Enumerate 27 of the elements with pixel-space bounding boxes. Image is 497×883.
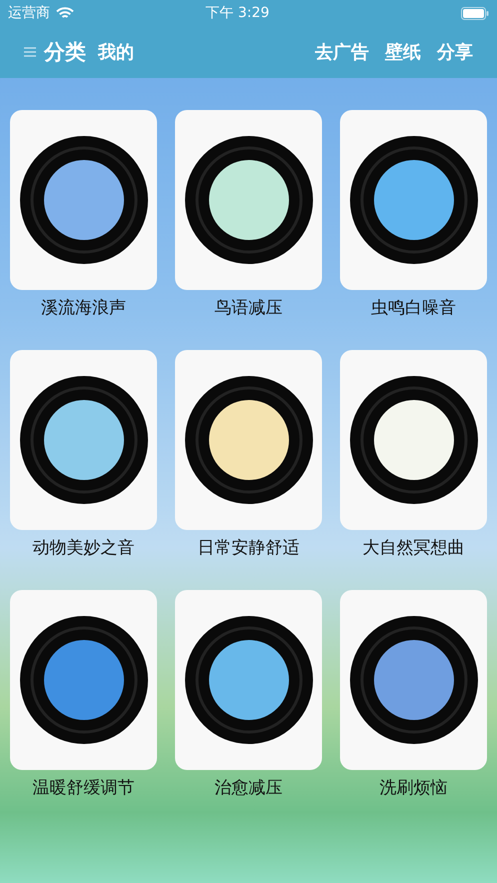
album-card[interactable] [340,590,487,770]
album-title: 动物美妙之音 [32,537,134,560]
battery-icon [461,6,489,20]
nav-tab[interactable]: 分类 [44,38,86,66]
album-card[interactable] [340,110,487,290]
album-card[interactable] [340,350,487,530]
nav-action-button[interactable]: 分享 [437,40,473,64]
album-card[interactable] [10,590,157,770]
nav-action-button[interactable]: 壁纸 [385,40,421,64]
album-card[interactable] [10,350,157,530]
album-title: 鸟语减压 [214,297,282,320]
status-time: 下午 3:29 [204,4,270,22]
album-card[interactable] [175,590,322,770]
album-title: 日常安静舒适 [198,537,300,560]
album-title: 虫鸣白噪音 [371,297,456,320]
nav-action-button[interactable]: 去广告 [315,40,369,64]
album-card[interactable] [175,110,322,290]
album-title: 洗刷烦恼 [380,777,448,800]
album-title: 治愈减压 [214,777,282,800]
album-title: 温暖舒缓调节 [32,777,134,800]
carrier-name: 运营商 [8,4,50,22]
nav-tab[interactable]: 我的 [98,40,134,64]
album-title: 溪流海浪声 [41,297,126,320]
album-card[interactable] [10,110,157,290]
album-card[interactable] [175,350,322,530]
album-title: 大自然冥想曲 [362,537,464,560]
wifi-icon [56,6,74,20]
